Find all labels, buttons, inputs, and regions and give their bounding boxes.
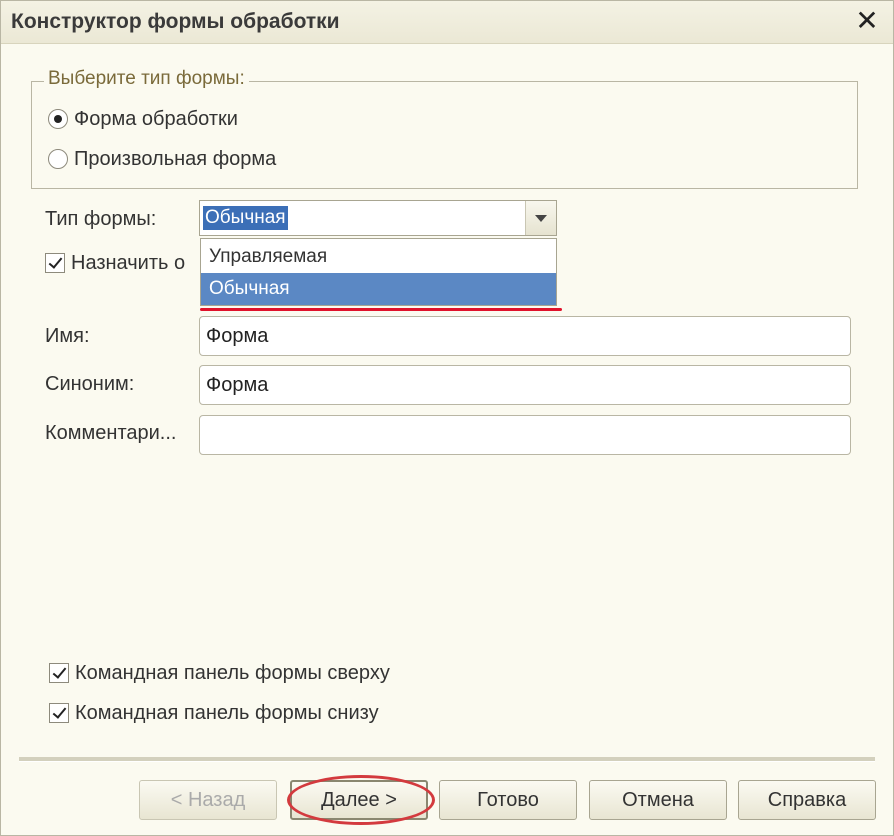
done-button[interactable]: Готово (439, 780, 577, 820)
name-label: Имя: (45, 325, 90, 347)
name-input[interactable]: Форма (199, 316, 851, 356)
title-bar: Конструктор формы обработки ✕ (1, 1, 893, 44)
radio-button-checked[interactable] (48, 109, 68, 129)
assign-checkbox[interactable] (45, 253, 65, 273)
panel-top-checkbox-row[interactable]: Командная панель формы сверху (49, 660, 390, 686)
close-icon[interactable]: ✕ (853, 7, 881, 35)
footer-separator (19, 757, 875, 762)
back-button[interactable]: < Назад (139, 780, 277, 820)
comment-label: Комментари... (45, 422, 177, 444)
form-kind-dropdown: Управляемая Обычная (200, 238, 557, 306)
cancel-button[interactable]: Отмена (589, 780, 727, 820)
help-button[interactable]: Справка (738, 780, 876, 820)
radio-processing-form-label: Форма обработки (74, 107, 238, 130)
form-kind-combobox[interactable]: Обычная (199, 200, 557, 236)
assign-label: Назначить о (71, 251, 186, 274)
dropdown-option-ordinary[interactable]: Обычная (201, 273, 556, 305)
synonym-input[interactable]: Форма (199, 365, 851, 405)
red-circle-annotation (287, 775, 435, 825)
radio-custom-form[interactable]: Произвольная форма (48, 146, 276, 172)
dropdown-option-managed[interactable]: Управляемая (201, 241, 556, 273)
window-title: Конструктор формы обработки (11, 10, 340, 33)
red-underline-annotation (200, 308, 562, 311)
radio-button-unchecked[interactable] (48, 149, 68, 169)
panel-top-label: Командная панель формы сверху (75, 661, 390, 684)
comment-input[interactable] (199, 415, 851, 455)
form-type-legend: Выберите тип формы: (44, 68, 249, 90)
form-kind-value: Обычная (203, 206, 288, 230)
radio-custom-form-label: Произвольная форма (74, 147, 277, 170)
panel-bottom-checkbox-row[interactable]: Командная панель формы снизу (49, 700, 379, 726)
constructor-dialog: Конструктор формы обработки ✕ Выберите т… (0, 0, 894, 836)
form-type-group: Выберите тип формы: Форма обработки Прои… (31, 68, 858, 189)
assign-checkbox-row[interactable]: Назначить о (45, 250, 185, 276)
panel-bottom-checkbox[interactable] (49, 703, 69, 723)
panel-bottom-label: Командная панель формы снизу (75, 701, 379, 724)
synonym-label: Синоним: (45, 373, 135, 395)
panel-top-checkbox[interactable] (49, 663, 69, 683)
form-kind-label: Тип формы: (45, 208, 157, 230)
radio-processing-form[interactable]: Форма обработки (48, 106, 238, 132)
chevron-down-icon[interactable] (525, 201, 556, 235)
